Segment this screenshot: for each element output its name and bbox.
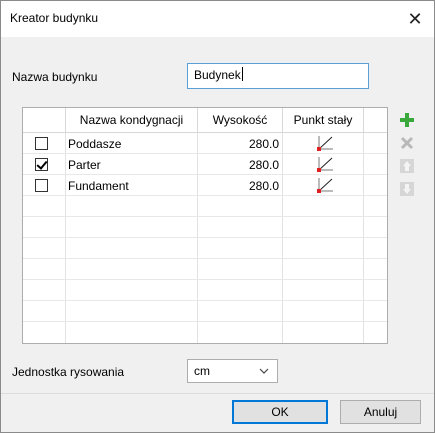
text-caret [241,67,243,81]
row-divider [23,237,387,238]
dialog-title: Kreator budynku [10,11,99,25]
row-checkbox[interactable] [35,137,48,150]
title-bar: Kreator budynku ✕ [1,1,434,37]
close-icon: ✕ [407,8,423,29]
close-button[interactable]: ✕ [396,1,434,37]
building-name-label: Nazwa budynku [12,70,98,84]
floors-table[interactable]: Nazwa kondygnacji Wysokość Punkt stały P… [22,107,388,344]
floor-name: Parter [68,158,101,172]
add-floor-button[interactable] [398,111,416,129]
row-divider [23,279,387,280]
row-divider [23,300,387,301]
building-name-input[interactable]: Budynek [187,63,369,89]
fixed-point-icon[interactable] [315,155,335,174]
row-checkbox[interactable] [35,179,48,192]
row-divider [23,216,387,217]
row-divider [23,258,387,259]
header-fixed-point[interactable]: Punkt stały [283,108,364,132]
table-row[interactable]: Poddasze 280.0 [23,133,387,154]
unit-select[interactable]: cm [187,359,278,383]
cancel-button[interactable]: Anuluj [340,400,421,424]
move-down-button[interactable] [398,180,416,198]
table-row[interactable]: Parter 280.0 [23,154,387,175]
plus-icon [400,113,414,127]
row-checkbox[interactable] [35,158,48,171]
building-name-value: Budynek [194,68,241,82]
ok-button[interactable]: OK [232,400,328,424]
dialog-window: Kreator budynku ✕ Nazwa budynku Budynek … [0,0,435,433]
floor-name: Fundament [68,179,129,193]
delete-floor-button[interactable] [398,134,416,152]
header-floor-name[interactable]: Nazwa kondygnacji [66,108,198,132]
table-row[interactable]: Fundament 280.0 [23,175,387,196]
table-header: Nazwa kondygnacji Wysokość Punkt stały [23,108,387,133]
unit-label: Jednostka rysowania [12,365,125,379]
header-check [23,108,66,132]
floor-height: 280.0 [248,137,279,151]
chevron-down-icon [259,368,269,374]
footer-divider [1,393,434,394]
floor-height: 280.0 [248,158,279,172]
fixed-point-icon[interactable] [315,176,335,195]
floor-name: Poddasze [68,137,122,151]
header-height[interactable]: Wysokość [198,108,283,132]
delete-icon [400,136,414,150]
floor-height: 280.0 [248,179,279,193]
arrow-up-icon [400,159,414,173]
header-filler [364,108,387,132]
unit-value: cm [194,364,210,378]
move-up-button[interactable] [398,157,416,175]
fixed-point-icon[interactable] [315,134,335,153]
arrow-down-icon [400,182,414,196]
row-divider [23,321,387,322]
